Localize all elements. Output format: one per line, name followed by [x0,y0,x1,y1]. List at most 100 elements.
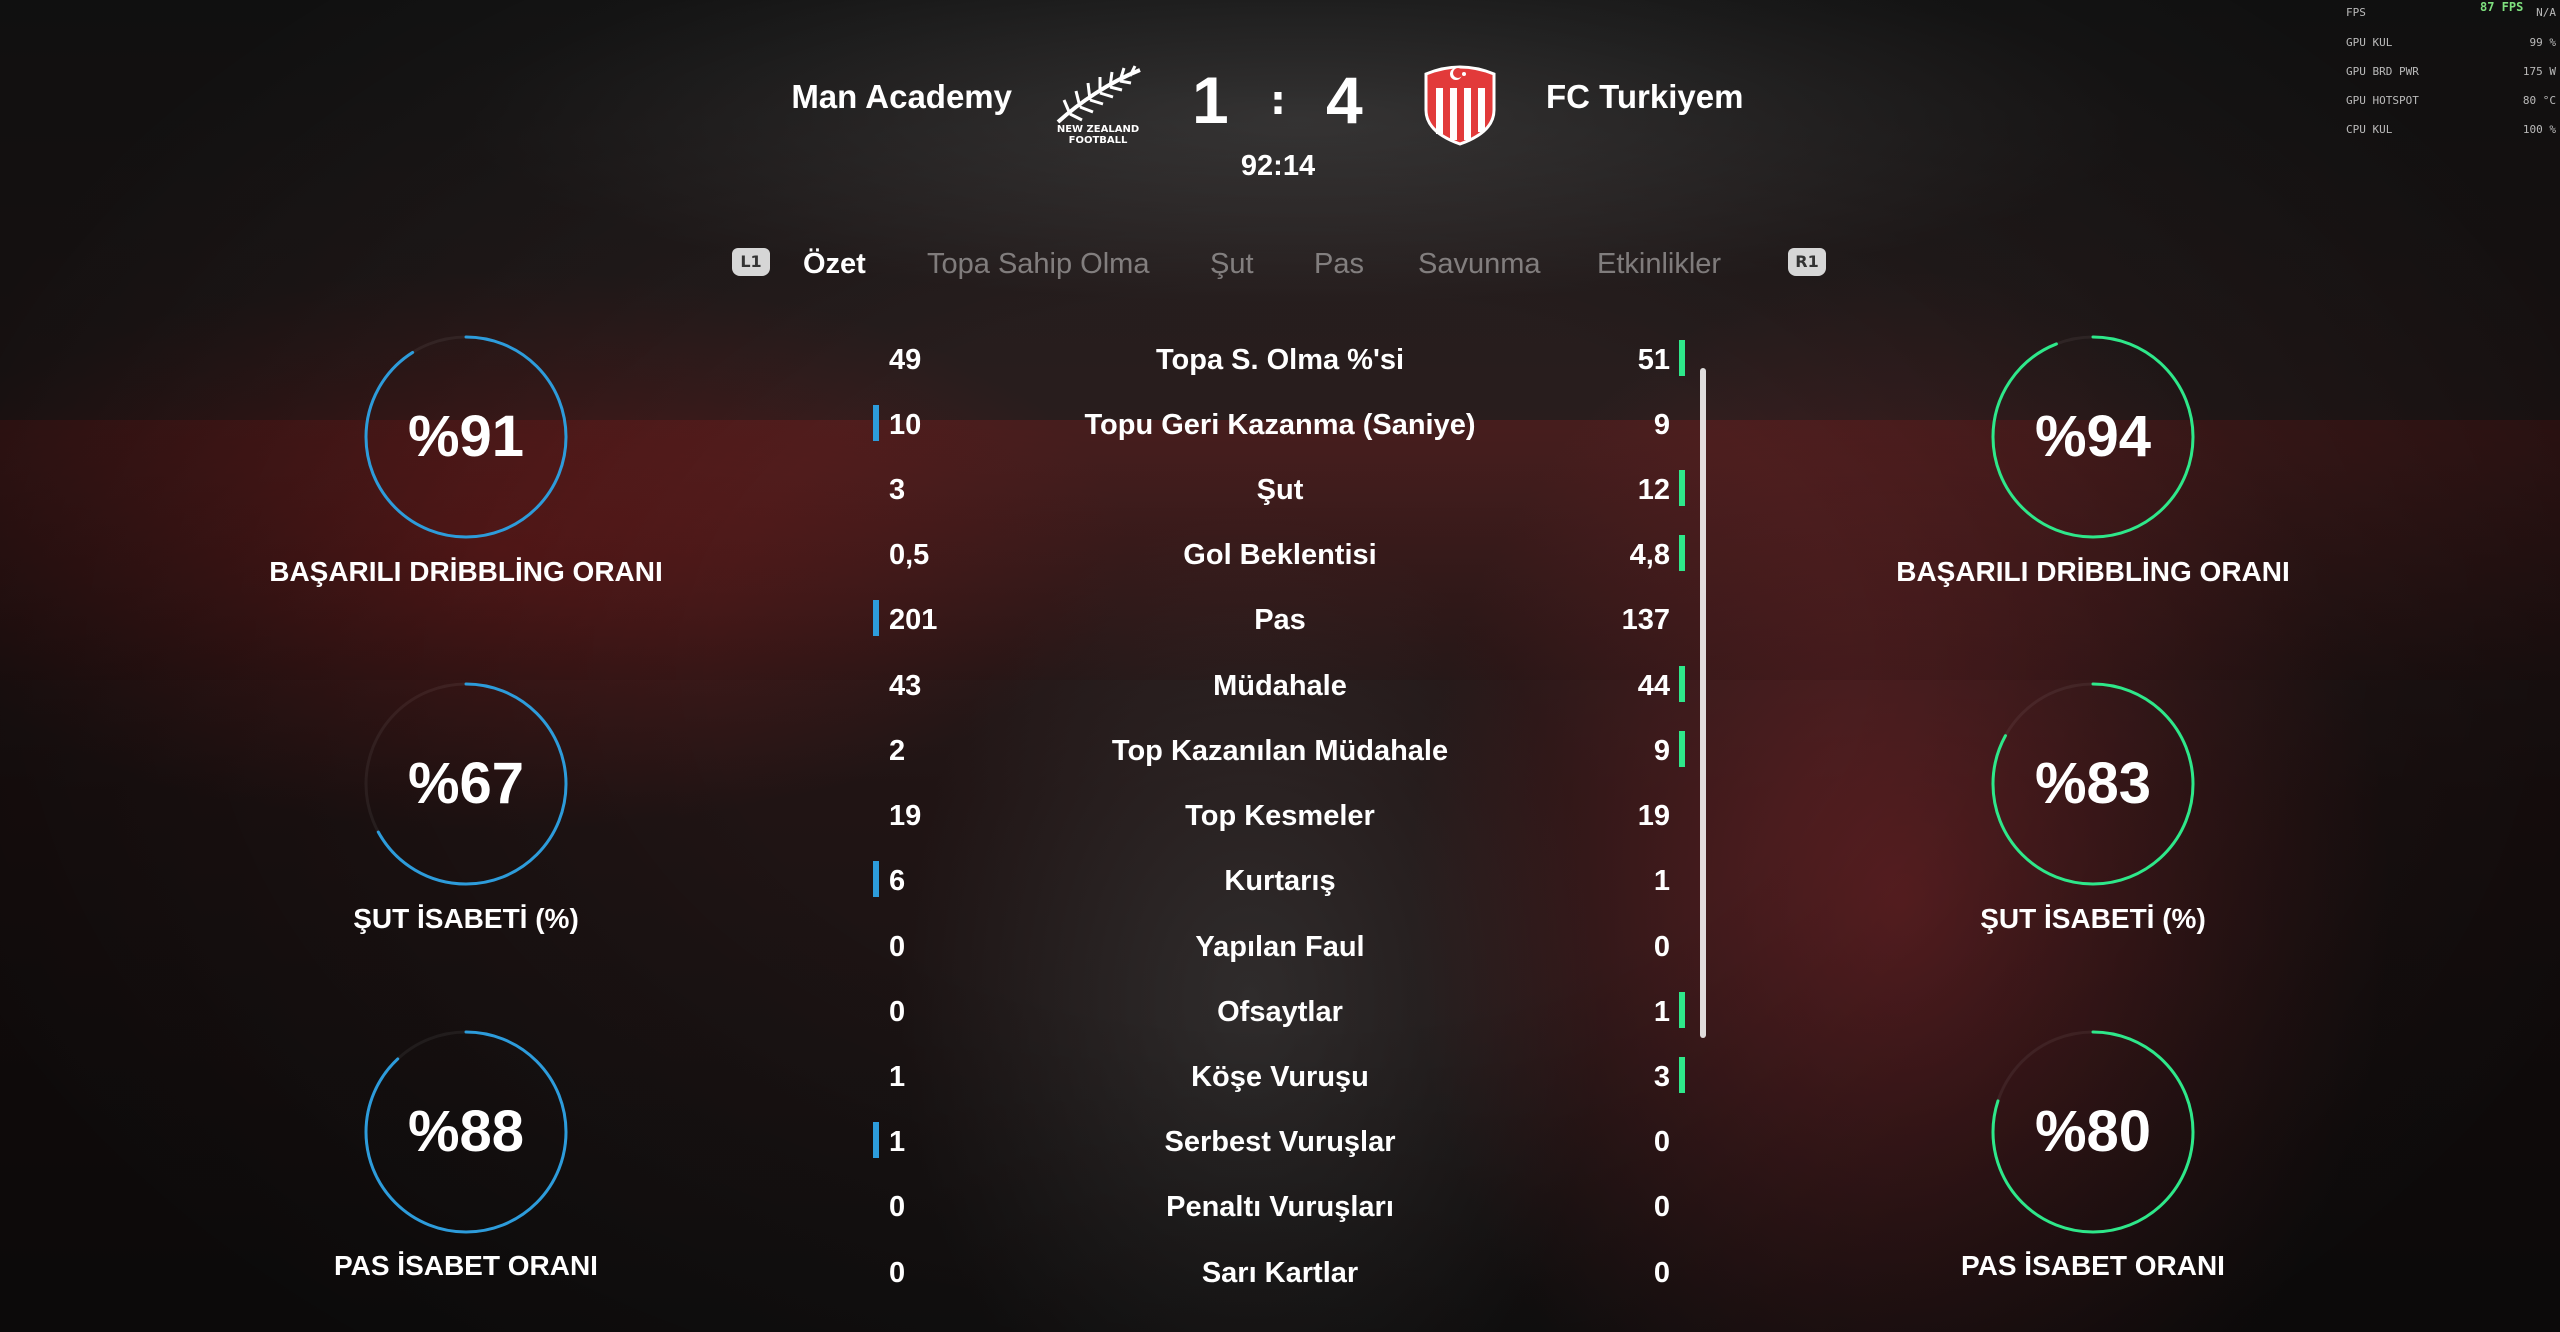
away-leader-bar [1679,470,1685,506]
overlay-key: CPU KUL [2346,123,2393,136]
stat-row: 0 Penaltı Vuruşları 0 [0,1191,2560,1231]
stat-away-value: 51 [1637,344,1670,376]
stat-row: 201 Pas 137 [0,600,2560,644]
stat-away-value: 0 [1653,931,1670,963]
stat-home-value: 201 [889,604,938,636]
stat-row: 0 Ofsaytlar 1 [0,992,2560,1036]
stat-label: Sarı Kartlar [1201,1257,1359,1289]
overlay-value: N/A [2536,6,2556,19]
stat-label: Top Kazanılan Müdahale [1111,735,1449,767]
stat-row: 0,5 Gol Beklentisi 4,8 [0,535,2560,579]
stat-label: Gol Beklentisi [1183,539,1377,571]
overlay-row: CPU KUL 100 % [2346,123,2558,137]
overlay-key: GPU KUL [2346,36,2393,49]
stat-away-value: 0 [1653,1126,1670,1158]
stat-label: Top Kesmeler [1185,800,1375,832]
stats-scrollbar[interactable] [1700,368,1706,1038]
tab-etkinlikler[interactable]: Etkinlikler [1597,248,1721,281]
overlay-row: GPU HOTSPOT 80 °C [2346,94,2558,108]
stat-home-value: 49 [889,344,922,376]
stat-away-value: 12 [1637,474,1670,506]
stat-away-value: 4,8 [1629,539,1670,571]
overlay-value: 175 W [2522,65,2556,78]
home-shot-accuracy-value: %67 [407,751,525,816]
stat-label: Yapılan Faul [1195,931,1365,963]
tab-topa-sahip-olma[interactable]: Topa Sahip Olma [927,248,1149,281]
away-leader-bar [1679,535,1685,571]
stat-away-value: 1 [1653,865,1670,897]
stat-label: Penaltı Vuruşları [1166,1191,1394,1223]
stat-label: Köşe Vuruşu [1191,1061,1369,1093]
stat-label: Serbest Vuruşlar [1164,1126,1396,1158]
stat-label: Şut [1256,474,1304,506]
stat-home-value: 1 [889,1061,906,1093]
away-leader-bar [1679,731,1685,767]
home-leader-bar [873,1122,879,1158]
stat-home-value: 0 [889,1257,906,1289]
away-leader-bar [1679,666,1685,702]
stat-row: 3 Şut 12 [0,470,2560,514]
stat-row: 0 Sarı Kartlar 0 [0,1257,2560,1297]
home-leader-bar [873,600,879,636]
match-clock: 92:14 [1240,150,1316,182]
stat-row: 1 Serbest Vuruşlar 0 [0,1122,2560,1166]
stat-away-value: 9 [1653,409,1670,441]
overlay-key: FPS [2346,6,2366,19]
stat-home-value: 1 [889,1126,906,1158]
overlay-value: 80 °C [2522,94,2556,107]
away-leader-bar [1679,1057,1685,1093]
stat-home-value: 19 [889,800,922,832]
away-shot-accuracy-value: %83 [2034,751,2152,816]
stat-label: Müdahale [1213,670,1347,702]
stat-row: 43 Müdahale 44 [0,666,2560,710]
stat-home-value: 0 [889,996,906,1028]
tab-ozet[interactable]: Özet [803,248,866,281]
away-shot-accuracy-ring: %83 [1989,680,2197,888]
stat-home-value: 43 [889,670,922,702]
overlay-value: 99 % [2529,36,2557,49]
overlay-row: GPU KUL 99 % [2346,36,2558,50]
stat-away-value: 19 [1637,800,1670,832]
stat-row: 1 Köşe Vuruşu 3 [0,1057,2560,1101]
home-leader-bar [873,861,879,897]
l1-button[interactable]: L1 [732,248,770,276]
away-score: 4 [1326,63,1363,137]
tab-sut[interactable]: Şut [1210,248,1254,281]
stat-row: 2 Top Kazanılan Müdahale 9 [0,731,2560,775]
crescent-star-shield-icon [1424,65,1496,146]
r1-button[interactable]: R1 [1788,248,1826,276]
stat-row: 6 Kurtarış 1 [0,861,2560,905]
stat-home-value: 0,5 [889,539,930,571]
stat-home-value: 0 [889,931,906,963]
stat-row: 10 Topu Geri Kazanma (Saniye) 9 [0,405,2560,449]
overlay-row: FPS N/A [2346,6,2558,20]
stat-label: Topu Geri Kazanma (Saniye) [1084,409,1476,441]
tab-savunma[interactable]: Savunma [1418,248,1541,281]
home-team-name: Man Academy [791,78,1012,115]
home-leader-bar [873,405,879,441]
stat-away-value: 137 [1621,604,1670,636]
stat-home-value: 10 [889,409,922,441]
stat-home-value: 0 [889,1191,906,1223]
performance-overlay: FPS N/A GPU KUL 99 % GPU BRD PWR 175 W GPU … [2346,2,2558,138]
overlay-key: GPU BRD PWR [2346,65,2419,78]
overlay-key: GPU HOTSPOT [2346,94,2419,107]
home-shot-accuracy-ring: %67 [362,680,570,888]
stats-tab-bar: L1 Özet Topa Sahip Olma Şut Pas Savunma … [0,244,2560,288]
tab-pas[interactable]: Pas [1314,248,1364,281]
stat-away-value: 1 [1653,996,1670,1028]
stat-away-value: 3 [1653,1061,1670,1093]
overlay-row: GPU BRD PWR 175 W [2346,65,2558,79]
stat-away-value: 44 [1637,670,1670,702]
stat-home-value: 6 [889,865,906,897]
stat-away-value: 9 [1653,735,1670,767]
stat-row: 0 Yapılan Faul 0 [0,931,2560,971]
away-team-name: FC Turkiyem [1546,78,1744,115]
stat-label: Kurtarış [1224,865,1336,897]
home-crest-text: NEW ZEALAND FOOTBALL [1056,124,1140,146]
home-score: 1 [1192,63,1229,137]
stat-away-value: 0 [1653,1191,1670,1223]
away-leader-bar [1679,992,1685,1028]
stat-label: Ofsaytlar [1217,996,1343,1028]
stat-away-value: 0 [1653,1257,1670,1289]
